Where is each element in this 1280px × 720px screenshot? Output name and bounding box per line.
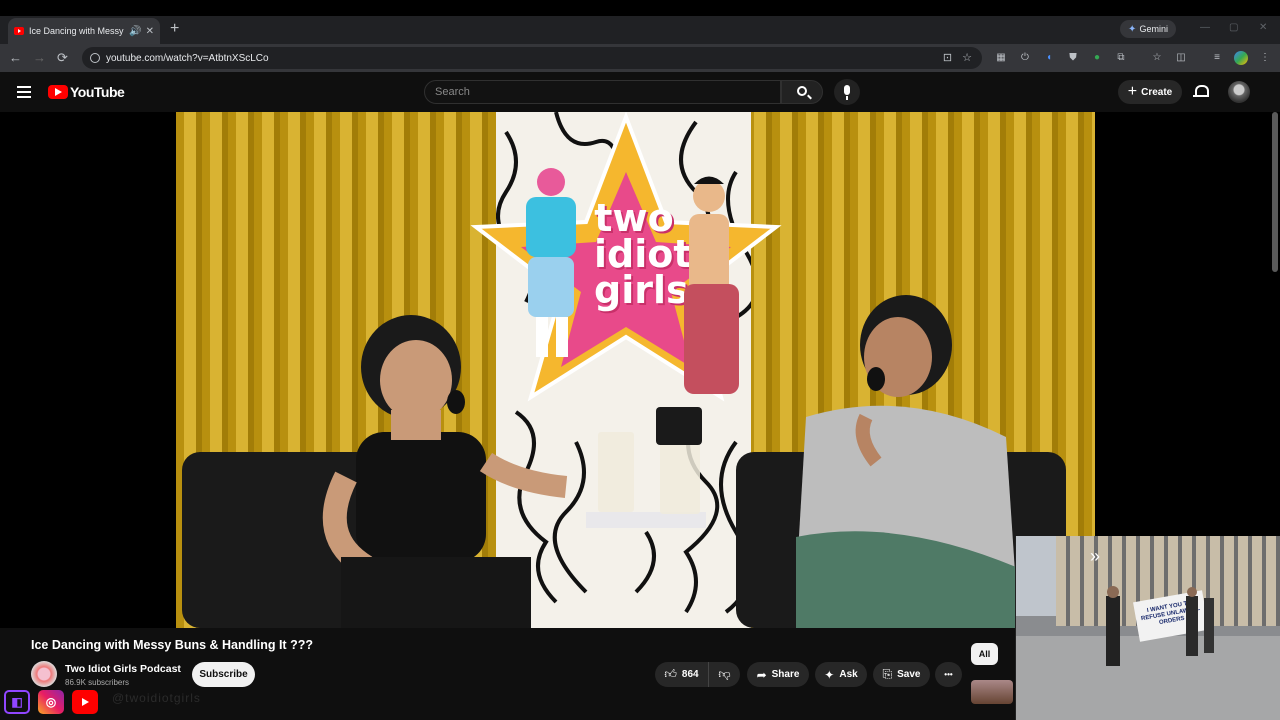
search-placeholder: Search	[435, 86, 470, 98]
reload-button[interactable]: ⟳	[57, 50, 68, 66]
extension-badge-icon[interactable]: ●	[1090, 51, 1104, 65]
more-actions-button[interactable]: •••	[935, 662, 962, 687]
youtube-wordmark[interactable]: YouTube	[70, 84, 125, 100]
browser-tab-strip: Ice Dancing with Messy Buns 🔊 ✕ + ✦ Gemi…	[0, 16, 1280, 44]
youtube-header: YouTube Search + Create	[0, 72, 1280, 112]
notifications-bell-icon[interactable]	[1193, 84, 1209, 100]
address-bar[interactable]: youtube.com/watch?v=AtbtnXScLCo ⊡ ☆	[82, 47, 982, 69]
cartoon-girl-right	[684, 176, 739, 394]
user-avatar[interactable]	[1228, 81, 1250, 103]
ask-button[interactable]: ✦ Ask	[815, 662, 867, 687]
plus-icon: +	[1127, 83, 1138, 100]
share-label: Share	[771, 669, 800, 680]
host-left	[322, 315, 568, 628]
cup-2	[660, 442, 700, 514]
search-input[interactable]: Search	[424, 80, 781, 104]
close-window-icon[interactable]: ✕	[1259, 22, 1267, 33]
recommended-thumbnail[interactable]	[971, 680, 1013, 704]
install-app-icon[interactable]: ⊡	[943, 51, 952, 64]
save-button[interactable]: ⎘ Save	[873, 662, 930, 687]
tumbler-lid	[656, 407, 702, 445]
like-button[interactable]: 👍︎ 864	[655, 662, 708, 687]
create-button[interactable]: + Create	[1118, 80, 1182, 104]
like-count: 864	[681, 669, 699, 680]
search-button[interactable]	[781, 80, 823, 104]
bookmarks-icon[interactable]: ☆	[1150, 51, 1164, 65]
subscriber-count: 86.9K subscribers	[65, 678, 130, 687]
gemini-sparkle-icon: ✦	[1128, 23, 1137, 35]
share-arrow-icon: ➦	[756, 667, 767, 682]
search-icon	[797, 86, 807, 96]
back-button[interactable]: ←	[9, 50, 22, 66]
video-frame[interactable]: two idiot girls	[176, 112, 1095, 628]
channel-avatar[interactable]	[31, 661, 57, 687]
os-top-bar	[0, 0, 1280, 16]
voice-search-icon[interactable]	[834, 79, 860, 105]
channel-name[interactable]: Two Idiot Girls Podcast	[65, 663, 181, 675]
thumbs-down-icon: 👎︎	[718, 667, 731, 681]
bookmark-star-icon[interactable]: ☆	[962, 51, 972, 64]
bookmark-icon: ⎘	[882, 667, 893, 681]
page-scrollbar[interactable]	[1272, 112, 1278, 272]
maximize-icon[interactable]: ▢	[1229, 22, 1238, 33]
show-logo-text: two idiot girls	[594, 196, 692, 312]
filter-chip-all[interactable]: All	[971, 643, 998, 665]
site-info-icon[interactable]	[90, 53, 100, 63]
thumbs-up-icon: 👍︎	[664, 667, 677, 681]
extension-sound-icon[interactable]: ◖	[1042, 51, 1056, 65]
tab-title: Ice Dancing with Messy Buns	[29, 26, 125, 36]
extensions-puzzle-icon[interactable]: ⧉	[1114, 51, 1128, 65]
extension-power-icon[interactable]: ⏻	[1018, 51, 1032, 65]
speaker-icon[interactable]: 🔊	[129, 26, 141, 37]
create-label: Create	[1141, 86, 1173, 98]
youtube-logo-icon[interactable]	[48, 85, 68, 99]
gemini-button[interactable]: ✦ Gemini	[1120, 20, 1176, 38]
subscribe-button[interactable]: Subscribe	[192, 662, 255, 687]
mini-people	[1106, 586, 1214, 666]
youtube-social-icon	[72, 690, 98, 714]
url-text: youtube.com/watch?v=AtbtnXScLCo	[106, 52, 269, 64]
twitch-icon: ◧	[4, 690, 30, 714]
browser-toolbar: ← → ⟳ youtube.com/watch?v=AtbtnXScLCo ⊡ …	[0, 44, 1280, 72]
close-tab-icon[interactable]: ✕	[146, 26, 154, 37]
sparkle-icon: ✦	[824, 667, 835, 682]
ask-label: Ask	[839, 669, 858, 680]
instagram-icon: ◎	[38, 690, 64, 714]
forward-button[interactable]: →	[33, 50, 46, 66]
media-controls-icon[interactable]: ≡	[1210, 51, 1224, 65]
extension-gift-icon[interactable]: ▦	[994, 51, 1008, 65]
side-panel-icon[interactable]: ◫	[1174, 51, 1188, 65]
gemini-label: Gemini	[1139, 24, 1168, 34]
profile-avatar-icon[interactable]	[1234, 51, 1248, 65]
dislike-button[interactable]: 👎︎	[708, 662, 740, 687]
mini-player[interactable]: » I WANT YOU TO REFUSE UNLAWFUL ORDERS	[1015, 536, 1280, 720]
menu-hamburger-icon[interactable]	[17, 86, 31, 98]
mini-skip-icon[interactable]: »	[1090, 546, 1100, 567]
faded-handle-text: @twoidiotgirls	[112, 691, 201, 705]
new-tab-button[interactable]: +	[170, 20, 179, 38]
youtube-favicon-icon	[14, 27, 24, 35]
save-label: Save	[897, 669, 921, 680]
browser-tab-active[interactable]: Ice Dancing with Messy Buns 🔊 ✕	[8, 18, 160, 44]
share-button[interactable]: ➦ Share	[747, 662, 809, 687]
browser-menu-icon[interactable]: ⋮	[1258, 51, 1272, 65]
minimize-icon[interactable]: —	[1200, 22, 1210, 33]
video-title: Ice Dancing with Messy Buns & Handling I…	[31, 638, 313, 652]
extension-shield-icon[interactable]: ⛊	[1066, 51, 1080, 65]
